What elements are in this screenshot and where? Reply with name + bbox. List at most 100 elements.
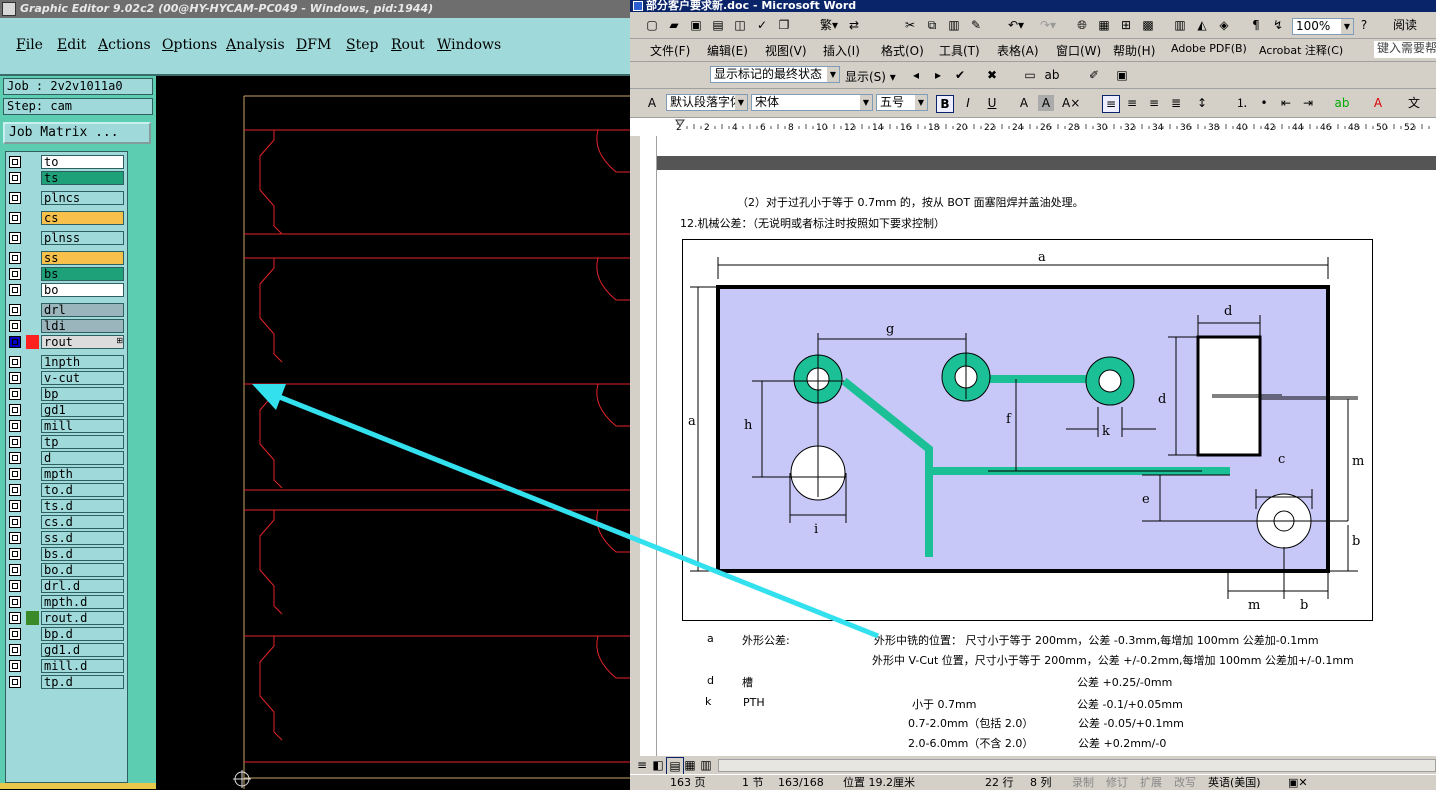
spelling-status-icon[interactable]: ▣✕ [1288, 775, 1308, 790]
copy-icon[interactable]: ⧉ [924, 17, 940, 33]
layer-row-ldi[interactable]: ldi [6, 318, 127, 334]
layer-row-plncs[interactable]: plncs [6, 190, 127, 206]
reviewing-pane-icon[interactable]: ▣ [1114, 67, 1130, 83]
layer-row-bo[interactable]: bo [6, 282, 127, 298]
layer-checkbox[interactable] [9, 156, 21, 168]
previous-change-icon[interactable]: ◂ [908, 67, 924, 83]
layer-checkbox[interactable] [9, 436, 21, 448]
horizontal-scrollbar[interactable] [718, 759, 1436, 772]
document-page[interactable]: （2）对于过孔小于等于 0.7mm 的，按从 BOT 面塞阻焊并盖油处理。 12… [657, 136, 1436, 756]
layer-checkbox[interactable] [9, 336, 21, 348]
horizontal-ruler[interactable]: 2 2 4 6 8 10 12 14 16 18 20 22 24 26 28 30 32 34 36 38 40 42 4… [630, 118, 1436, 137]
layer-checkbox[interactable] [9, 596, 21, 608]
cut-icon[interactable]: ✂ [902, 17, 918, 33]
layer-checkbox[interactable] [9, 320, 21, 332]
layer-checkbox[interactable] [9, 232, 21, 244]
layer-checkbox[interactable] [9, 676, 21, 688]
status-rec[interactable]: 录制 [1072, 775, 1094, 790]
layer-checkbox[interactable] [9, 452, 21, 464]
bold-button[interactable]: B [936, 95, 954, 113]
align-right-button[interactable]: ≡ [1146, 95, 1162, 111]
word-menu-insert[interactable]: 插入(I) [823, 42, 860, 59]
save-icon[interactable]: ▣ [688, 17, 704, 33]
spelling-icon[interactable]: ✓ [754, 17, 770, 33]
layer-row-mill.d[interactable]: mill.d [6, 658, 127, 674]
paste-icon[interactable]: ▥ [946, 17, 962, 33]
read-button[interactable]: 阅读 [1382, 17, 1428, 33]
word-menu-tools[interactable]: 工具(T) [939, 42, 980, 59]
layer-checkbox[interactable] [9, 420, 21, 432]
layer-row-1npth[interactable]: 1npth [6, 354, 127, 370]
layer-row-bs.d[interactable]: bs.d [6, 546, 127, 562]
status-ext[interactable]: 扩展 [1140, 775, 1162, 790]
align-justify-button[interactable]: ≡ [1102, 95, 1120, 113]
font-color-icon[interactable]: A [1370, 95, 1386, 111]
next-change-icon[interactable]: ▸ [930, 67, 946, 83]
layer-checkbox[interactable] [9, 516, 21, 528]
layer-row-mpth.d[interactable]: mpth.d [6, 594, 127, 610]
layer-row-plnss[interactable]: plnss [6, 230, 127, 246]
format-painter-icon[interactable]: ✎ [968, 17, 984, 33]
highlight-color-icon[interactable]: ab [1334, 95, 1350, 111]
word-menu-adobe-pdf[interactable]: Adobe PDF(B) [1171, 42, 1247, 55]
italic-button[interactable]: I [960, 95, 976, 111]
phonetic-guide-icon[interactable]: 文 [1406, 95, 1422, 111]
track-changes-icon[interactable]: ✐ [1086, 67, 1102, 83]
status-ovr[interactable]: 改写 [1174, 775, 1196, 790]
redo-icon[interactable]: ↷▾ [1034, 17, 1062, 33]
word-menu-acrobat-comments[interactable]: Acrobat 注释(C) [1259, 42, 1343, 58]
word-menu-help[interactable]: 帮助(H) [1113, 42, 1155, 59]
layer-checkbox[interactable] [9, 192, 21, 204]
columns-icon[interactable]: ▥ [1172, 17, 1188, 33]
convert-icon[interactable]: ⇄ [846, 17, 862, 33]
display-for-review-combo[interactable]: 显示标记的最终状态 ▼ [710, 66, 840, 83]
layer-row-ts.d[interactable]: ts.d [6, 498, 127, 514]
insert-excel-icon[interactable]: ▩ [1140, 17, 1156, 33]
document-map-icon[interactable]: ◈ [1216, 17, 1232, 33]
open-icon[interactable]: ▰ [666, 17, 682, 33]
layer-row-tp.d[interactable]: tp.d [6, 674, 127, 690]
layer-checkbox[interactable] [9, 500, 21, 512]
layer-row-ss[interactable]: ss [6, 250, 127, 266]
traditional-chinese-icon[interactable]: 繁▾ [814, 17, 844, 33]
layer-checkbox[interactable] [9, 628, 21, 640]
menu-file[interactable]: File [16, 37, 43, 53]
align-center-button[interactable]: ≡ [1124, 95, 1140, 111]
layer-checkbox[interactable] [9, 252, 21, 264]
print-preview-icon[interactable]: ◫ [732, 17, 748, 33]
status-trk[interactable]: 修订 [1106, 775, 1128, 790]
layer-checkbox[interactable] [9, 268, 21, 280]
ge-graphics-canvas[interactable] [156, 76, 630, 789]
highlight-icon[interactable]: ab [1044, 67, 1060, 83]
menu-edit[interactable]: Edit [57, 37, 86, 53]
layer-row-bo.d[interactable]: bo.d [6, 562, 127, 578]
ink-icon[interactable]: ↯ [1270, 17, 1286, 33]
layer-row-ts[interactable]: ts [6, 170, 127, 186]
insert-table-icon[interactable]: ⊞ [1118, 17, 1134, 33]
layer-row-gd1.d[interactable]: gd1.d [6, 642, 127, 658]
layer-row-d[interactable]: d [6, 450, 127, 466]
accept-change-icon[interactable]: ✔ [952, 67, 968, 83]
layer-checkbox[interactable] [9, 532, 21, 544]
layer-row-drl[interactable]: drl [6, 302, 127, 318]
layer-row-tp[interactable]: tp [6, 434, 127, 450]
layer-checkbox[interactable] [9, 356, 21, 368]
layer-row-mill[interactable]: mill [6, 418, 127, 434]
layer-checkbox[interactable] [9, 580, 21, 592]
underline-button[interactable]: U [984, 95, 1000, 111]
layer-checkbox[interactable] [9, 484, 21, 496]
layer-row-cs[interactable]: cs [6, 210, 127, 226]
layer-checkbox[interactable] [9, 468, 21, 480]
layer-checkbox[interactable] [9, 284, 21, 296]
show-markup-button[interactable]: 显示(S) ▾ [845, 68, 896, 85]
decrease-indent-icon[interactable]: ⇤ [1278, 95, 1294, 111]
word-menu-view[interactable]: 视图(V) [765, 42, 807, 59]
reading-view-icon[interactable]: ▥ [698, 757, 714, 773]
layer-row-to.d[interactable]: to.d [6, 482, 127, 498]
layer-row-v-cut[interactable]: v-cut [6, 370, 127, 386]
increase-indent-icon[interactable]: ⇥ [1300, 95, 1316, 111]
new-doc-icon[interactable]: ▢ [644, 17, 660, 33]
layer-checkbox[interactable] [9, 564, 21, 576]
word-menu-format[interactable]: 格式(O) [881, 42, 924, 59]
research-icon[interactable]: ❐ [776, 17, 792, 33]
